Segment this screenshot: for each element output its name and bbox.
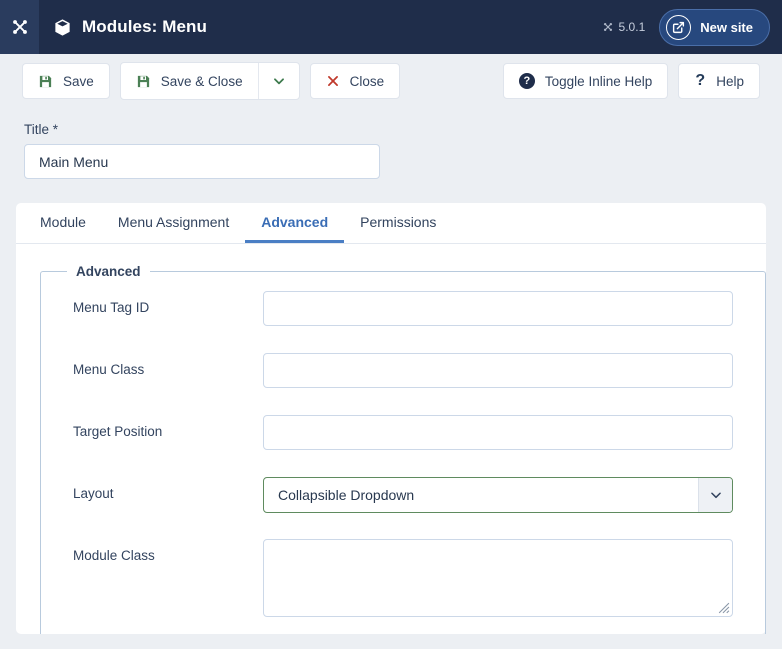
title-field-group: Title * (16, 108, 766, 179)
module-class-control (263, 539, 765, 617)
close-button[interactable]: Close (309, 63, 401, 99)
target-position-control (263, 415, 765, 450)
title-input[interactable] (24, 144, 380, 179)
module-class-label: Module Class (73, 548, 155, 563)
close-button-label: Close (349, 73, 385, 89)
chevron-down-icon (273, 78, 284, 85)
cube-icon (55, 18, 70, 36)
menu-tag-id-input[interactable] (263, 291, 733, 326)
menu-tag-id-control (263, 291, 765, 326)
save-options-dropdown-button[interactable] (257, 63, 299, 99)
module-class-textarea-wrap (263, 539, 733, 617)
menu-class-control (263, 353, 765, 388)
layout-label: Layout (73, 486, 114, 501)
field-row-menu-class: Menu Class (41, 345, 765, 407)
floppy-disk-icon (137, 75, 149, 87)
tab-module-label: Module (40, 213, 86, 230)
help-button[interactable]: ? Help (678, 63, 760, 99)
target-position-input[interactable] (263, 415, 733, 450)
save-button-label: Save (63, 73, 94, 89)
save-close-group: Save & Close (119, 62, 300, 100)
layout-control: Collapsible Dropdown (263, 477, 765, 513)
field-row-menu-tag-id: Menu Tag ID (41, 283, 765, 345)
menu-class-label: Menu Class (73, 362, 145, 377)
floppy-disk-icon (39, 75, 52, 87)
editor-toolbar: Save Save & Close Close ? Toggle Inline … (0, 54, 782, 108)
target-position-label: Target Position (73, 424, 163, 439)
toggle-inline-help-label: Toggle Inline Help (544, 73, 653, 89)
brand-home-button[interactable] (0, 0, 39, 54)
page-heading-group: Modules: Menu (39, 0, 602, 54)
advanced-fieldset-legend: Advanced (76, 264, 141, 279)
question-mark-icon: ? (695, 72, 706, 89)
layout-select-toggle[interactable] (698, 478, 732, 512)
app-header: Modules: Menu 5.0.1 New site (0, 0, 782, 54)
joomla-logo-icon (12, 20, 27, 34)
version-number: 5.0.1 (618, 20, 646, 34)
page-title: Modules: Menu (82, 17, 208, 36)
new-site-label: New site (700, 19, 753, 35)
external-link-icon (666, 14, 692, 40)
menu-class-input[interactable] (263, 353, 733, 388)
new-site-button[interactable]: New site (659, 8, 770, 46)
help-button-label: Help (716, 73, 744, 89)
layout-select[interactable]: Collapsible Dropdown (263, 477, 733, 513)
tab-menu-assignment-label: Menu Assignment (117, 213, 230, 230)
field-row-target-position: Target Position (41, 407, 765, 469)
tab-module[interactable]: Module (24, 203, 102, 243)
chevron-down-icon (710, 492, 721, 499)
advanced-panel: Advanced Menu Tag ID Menu Class Target P… (16, 244, 766, 634)
page-content: Title * Module Menu Assignment Advanced … (0, 108, 782, 634)
tab-advanced[interactable]: Advanced (245, 203, 345, 243)
question-circle-icon: ? (518, 73, 535, 89)
layout-selected-value: Collapsible Dropdown (278, 487, 415, 503)
module-class-textarea[interactable] (263, 539, 733, 617)
save-and-close-label: Save & Close (160, 73, 243, 89)
joomla-mini-icon (603, 22, 612, 32)
tab-permissions[interactable]: Permissions (344, 203, 452, 243)
menu-tag-id-label: Menu Tag ID (73, 300, 150, 315)
module-edit-card: Module Menu Assignment Advanced Permissi… (16, 203, 766, 634)
title-field-label: Title * (24, 122, 59, 137)
save-and-close-button[interactable]: Save & Close (121, 63, 258, 99)
tab-bar: Module Menu Assignment Advanced Permissi… (16, 203, 766, 244)
toggle-inline-help-button[interactable]: ? Toggle Inline Help (502, 63, 669, 99)
field-row-layout: Layout Collapsible Dropdown (41, 469, 765, 531)
advanced-fieldset: Advanced Menu Tag ID Menu Class Target P… (40, 264, 766, 634)
field-row-module-class: Module Class (41, 531, 765, 625)
tab-advanced-label: Advanced (261, 213, 329, 230)
version-indicator: 5.0.1 (602, 20, 646, 34)
header-actions: 5.0.1 New site (602, 0, 782, 54)
tab-menu-assignment[interactable]: Menu Assignment (102, 203, 245, 243)
x-icon (327, 76, 338, 86)
tab-permissions-label: Permissions (360, 213, 437, 230)
save-button[interactable]: Save (22, 63, 110, 99)
